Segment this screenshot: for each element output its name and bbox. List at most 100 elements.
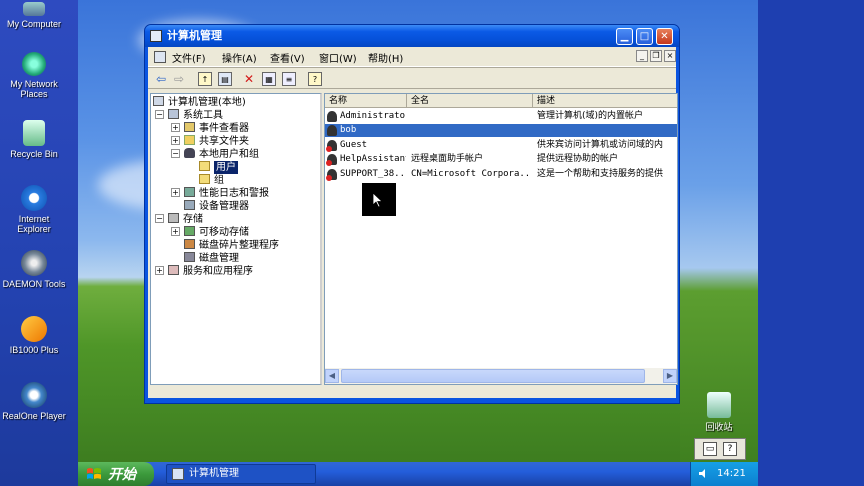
maximize-button[interactable]: □ — [636, 28, 653, 45]
desktop-icon-label: My Network Places — [10, 79, 58, 99]
tree-item-removable[interactable]: + 可移动存储 — [171, 226, 249, 239]
menu-help[interactable]: 帮助(H) — [368, 50, 403, 65]
scroll-thumb[interactable] — [341, 369, 645, 383]
minimize-icon: ▁ — [620, 31, 629, 42]
shared-folder-icon — [184, 135, 195, 145]
tree-item-shared-folders[interactable]: + 共享文件夹 — [171, 135, 249, 148]
menu-file[interactable]: 文件(F) — [172, 50, 206, 65]
minimize-button[interactable]: ▁ — [616, 28, 633, 45]
menu-action[interactable]: 操作(A) — [222, 50, 257, 65]
delete-button[interactable]: ✕ — [242, 72, 256, 86]
collapse-icon[interactable]: − — [155, 214, 164, 223]
chevron-right-icon: ▶ — [666, 371, 674, 380]
window-titlebar[interactable]: 计算机管理 ▁ □ ✕ — [145, 25, 679, 47]
help-button[interactable]: ? — [308, 72, 322, 86]
tree-label: 计算机管理(本地) — [168, 97, 246, 108]
start-button[interactable]: 开始 — [78, 462, 154, 486]
user-desc-cell: 提供远程协助的帐户 — [537, 154, 619, 165]
mdi-close-button[interactable]: × — [664, 50, 676, 62]
expand-icon[interactable]: + — [171, 188, 180, 197]
forward-button[interactable]: ⇨ — [172, 72, 186, 86]
properties-button[interactable]: ▦ — [262, 72, 276, 86]
expand-icon[interactable]: + — [171, 136, 180, 145]
tray-help-button[interactable]: ? — [723, 442, 737, 456]
desktop-icon-label: RealOne Player — [2, 411, 66, 421]
tree-item-groups[interactable]: 组 — [199, 174, 224, 187]
expand-icon[interactable]: + — [171, 123, 180, 132]
close-button[interactable]: ✕ — [656, 28, 673, 45]
collapse-icon[interactable]: − — [155, 110, 164, 119]
column-header-description[interactable]: 描述 — [533, 94, 677, 108]
tree-item-local-users[interactable]: − 本地用户和组 — [171, 148, 259, 161]
tree-label: 组 — [214, 175, 224, 186]
tree-item-disk-management[interactable]: 磁盘管理 — [184, 252, 239, 265]
horizontal-scrollbar[interactable]: ◀ ▶ — [325, 368, 677, 384]
show-tree-button[interactable]: ▤ — [218, 72, 232, 86]
scroll-left-button[interactable]: ◀ — [325, 369, 339, 383]
user-row[interactable]: HelpAssistant 远程桌面助手帐户 提供远程协助的帐户 — [325, 153, 677, 167]
tree-label: 共享文件夹 — [199, 136, 249, 147]
mdi-minimize-button[interactable]: _ — [636, 50, 648, 62]
tree-label: 磁盘碎片整理程序 — [199, 240, 279, 251]
up-folder-button[interactable]: ↑ — [198, 72, 212, 86]
desktop-icon-ib1000[interactable]: IB1000 Plus — [0, 316, 68, 355]
network-places-icon — [22, 52, 46, 76]
desktop-recycle-bin[interactable]: 回收站 — [700, 392, 738, 433]
user-row[interactable]: bob — [325, 124, 677, 138]
realone-icon — [21, 382, 47, 408]
device-manager-icon — [184, 200, 195, 210]
menu-window[interactable]: 窗口(W) — [319, 50, 357, 65]
tree-item-device-manager[interactable]: 设备管理器 — [184, 200, 249, 213]
speaker-icon[interactable] — [697, 467, 710, 480]
disabled-user-icon — [326, 154, 337, 167]
tree-label: 性能日志和警报 — [199, 188, 269, 199]
desktop-icon-my-computer[interactable]: My Computer — [0, 2, 68, 29]
desktop-icon-ie[interactable]: Internet Explorer — [0, 185, 68, 234]
tree-item-root[interactable]: 计算机管理(本地) — [153, 96, 246, 109]
user-row[interactable]: Guest 供来宾访问计算机或访问域的内 — [325, 139, 677, 152]
desktop-icon-recycle-bin[interactable]: Recycle Bin — [0, 120, 68, 159]
tray-popup-button[interactable]: ▭ — [703, 442, 717, 456]
computer-management-icon — [153, 96, 164, 106]
collapse-icon[interactable]: − — [171, 149, 180, 158]
tree-item-defrag[interactable]: 磁盘碎片整理程序 — [184, 239, 279, 252]
expand-icon[interactable]: + — [171, 227, 180, 236]
recycle-bin-icon — [707, 392, 731, 418]
scroll-right-button[interactable]: ▶ — [663, 369, 677, 383]
menu-view[interactable]: 查看(V) — [270, 50, 305, 65]
desktop-icon-daemon[interactable]: DAEMON Tools — [0, 250, 68, 289]
expand-icon[interactable]: + — [155, 266, 164, 275]
removable-storage-icon — [184, 226, 195, 236]
user-row[interactable]: Administrator 管理计算机(域)的内置帐户 — [325, 110, 677, 123]
user-row[interactable]: SUPPORT_38... CN=Microsoft Corpora... 这是一个… — [325, 168, 677, 181]
window-menu-icon[interactable] — [154, 51, 166, 63]
mdi-restore-button[interactable]: ❐ — [650, 50, 662, 62]
disabled-badge-icon — [326, 160, 332, 167]
column-header-name[interactable]: 名称 — [325, 94, 407, 108]
tree-item-perf-logs[interactable]: + 性能日志和警报 — [171, 187, 269, 200]
close-icon: ✕ — [660, 31, 669, 42]
recycle-bin-icon — [23, 120, 45, 146]
desktop-icon-realone[interactable]: RealOne Player — [0, 382, 68, 421]
help-icon: ? — [312, 75, 318, 84]
disabled-badge-icon — [326, 174, 332, 181]
column-header-fullname[interactable]: 全名 — [407, 94, 533, 108]
export-list-button[interactable]: ≡ — [282, 72, 296, 86]
users-group-icon — [184, 148, 195, 158]
tree-item-event-viewer[interactable]: + 事件查看器 — [171, 122, 249, 135]
disk-management-icon — [184, 252, 195, 262]
clock[interactable]: 14:21 — [717, 468, 746, 479]
tree-item-services-apps[interactable]: + 服务和应用程序 — [155, 265, 253, 278]
tree-label: 系统工具 — [183, 110, 223, 121]
desktop-icon-network[interactable]: My Network Places — [0, 52, 68, 99]
users-list-pane: 名称 全名 描述 Administrator 管理计算机(域)的内置帐户 bob Gu… — [324, 93, 678, 385]
computer-management-window: 计算机管理 ▁ □ ✕ 文件(F) 操作(A) 查看(V) 窗口(W) 帮助(H… — [144, 24, 680, 404]
tree-item-storage[interactable]: − 存储 — [155, 213, 203, 226]
defrag-icon — [184, 239, 195, 249]
tree-item-system-tools[interactable]: − 系统工具 — [155, 109, 223, 122]
tree-item-users[interactable]: 用户 — [199, 161, 238, 174]
back-button[interactable]: ⇦ — [154, 72, 168, 86]
tree-label: 本地用户和组 — [199, 149, 259, 160]
minimize-icon: _ — [640, 51, 644, 60]
taskbar-item-computer-management[interactable]: 计算机管理 — [166, 464, 316, 484]
